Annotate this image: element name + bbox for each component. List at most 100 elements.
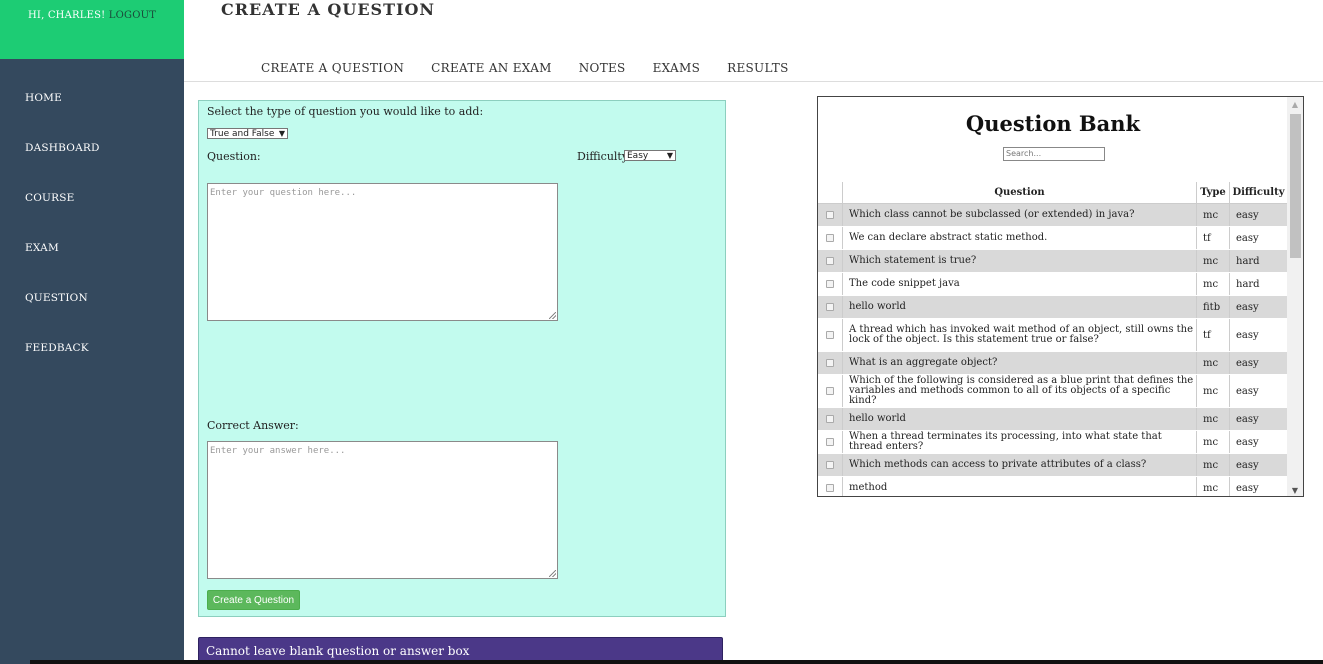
difficulty-select[interactable]: Easy ▼ — [624, 150, 676, 161]
table-row[interactable]: When a thread terminates its processing,… — [818, 431, 1287, 454]
table-row[interactable]: A thread which has invoked wait method o… — [818, 319, 1287, 352]
table-row[interactable]: Which of the following is considered as … — [818, 375, 1287, 408]
table-row[interactable]: Which statement is true? mc hard — [818, 250, 1287, 273]
question-cell: Which statement is true? — [843, 250, 1197, 272]
row-checkbox-cell — [818, 227, 843, 249]
type-cell: tf — [1197, 227, 1230, 249]
row-checkbox[interactable] — [826, 415, 834, 423]
sidebar-nav: HOME DASHBOARD COURSE EXAM QUESTION FEED… — [0, 92, 184, 392]
search-placeholder: Search... — [1006, 149, 1042, 158]
table-row[interactable]: The code snippet java mc hard — [818, 273, 1287, 296]
table-row[interactable]: We can declare abstract static method. t… — [818, 227, 1287, 250]
question-cell: hello world — [843, 296, 1197, 318]
row-checkbox[interactable] — [826, 234, 834, 242]
sidebar: HI, CHARLES! LOGOUT HOME DASHBOARD COURS… — [0, 0, 184, 664]
user-greeting-bar: HI, CHARLES! LOGOUT — [0, 0, 184, 59]
column-header-type[interactable]: Type — [1197, 182, 1230, 203]
question-type-value: True and False — [210, 128, 275, 139]
question-bank-scrollbar[interactable]: ▲ ▼ — [1287, 97, 1303, 496]
question-bank-title: Question Bank — [965, 111, 1141, 136]
scroll-down-arrow-icon[interactable]: ▼ — [1287, 483, 1303, 496]
sidebar-item-course[interactable]: COURSE — [0, 192, 184, 242]
page-title: CREATE A QUESTION — [221, 0, 436, 19]
difficulty-cell: easy — [1236, 436, 1259, 448]
chevron-down-icon: ▼ — [278, 129, 285, 138]
question-placeholder: Enter your question here... — [210, 188, 357, 198]
type-cell: mc — [1197, 454, 1230, 476]
row-checkbox-cell — [818, 477, 843, 496]
difficulty-cell: easy — [1236, 357, 1259, 369]
difficulty-cell: easy — [1236, 413, 1259, 425]
header-divider — [184, 81, 1323, 82]
question-cell: What is an aggregate object? — [843, 352, 1197, 374]
difficulty-cell: easy — [1236, 301, 1259, 313]
correct-answer-label: Correct Answer: — [207, 419, 299, 432]
difficulty-cell: easy — [1236, 209, 1259, 221]
row-checkbox[interactable] — [826, 257, 834, 265]
row-checkbox[interactable] — [826, 331, 834, 339]
row-checkbox-cell — [818, 319, 843, 351]
row-checkbox[interactable] — [826, 359, 834, 367]
row-checkbox-cell — [818, 296, 843, 318]
tab-notes[interactable]: NOTES — [579, 61, 626, 75]
difficulty-cell: easy — [1236, 459, 1259, 471]
sidebar-item-home[interactable]: HOME — [0, 92, 184, 142]
type-cell: fitb — [1197, 296, 1230, 318]
row-checkbox[interactable] — [826, 211, 834, 219]
type-cell: mc — [1197, 375, 1230, 407]
table-row[interactable]: hello world fitb easy — [818, 296, 1287, 319]
answer-placeholder: Enter your answer here... — [210, 446, 346, 456]
error-text: Cannot leave blank question or answer bo… — [206, 644, 470, 658]
greeting-text: HI, CHARLES! — [28, 10, 106, 21]
sidebar-item-feedback[interactable]: FEEDBACK — [0, 342, 184, 392]
row-checkbox[interactable] — [826, 484, 834, 492]
question-cell: We can declare abstract static method. — [843, 227, 1197, 249]
select-column-header — [818, 182, 843, 203]
type-cell: mc — [1197, 352, 1230, 374]
create-question-form: Select the type of question you would li… — [198, 100, 726, 617]
row-checkbox[interactable] — [826, 438, 834, 446]
table-row[interactable]: What is an aggregate object? mc easy — [818, 352, 1287, 375]
table-row[interactable]: method mc easy — [818, 477, 1287, 496]
question-type-select[interactable]: True and False ▼ — [207, 128, 288, 139]
table-row[interactable]: Which class cannot be subclassed (or ext… — [818, 204, 1287, 227]
difficulty-value: Easy — [627, 150, 649, 161]
question-cell: The code snippet java — [843, 273, 1197, 295]
table-header-row: Question Type Difficulty — [818, 182, 1287, 204]
type-cell: mc — [1197, 250, 1230, 272]
tab-results[interactable]: RESULTS — [727, 61, 788, 75]
tab-exams[interactable]: EXAMS — [653, 61, 701, 75]
row-checkbox[interactable] — [826, 461, 834, 469]
row-checkbox[interactable] — [826, 387, 834, 395]
tab-create-exam[interactable]: CREATE AN EXAM — [431, 61, 552, 75]
sidebar-item-question[interactable]: QUESTION — [0, 292, 184, 342]
create-question-button[interactable]: Create a Question — [207, 590, 300, 610]
row-checkbox-cell — [818, 375, 843, 407]
sidebar-item-dashboard[interactable]: DASHBOARD — [0, 142, 184, 192]
question-cell: method — [843, 477, 1197, 496]
difficulty-cell: easy — [1236, 329, 1259, 341]
question-cell: hello world — [843, 408, 1197, 430]
window-bottom-edge — [30, 660, 1323, 664]
type-cell: mc — [1197, 204, 1230, 226]
question-bank-search-input[interactable]: Search... — [1003, 147, 1105, 161]
answer-textarea[interactable]: Enter your answer here... — [207, 441, 558, 579]
question-cell: Which methods can access to private attr… — [843, 454, 1197, 476]
table-row[interactable]: Which methods can access to private attr… — [818, 454, 1287, 477]
column-header-difficulty[interactable]: Difficulty — [1230, 182, 1287, 203]
question-textarea[interactable]: Enter your question here... — [207, 183, 558, 321]
question-cell: A thread which has invoked wait method o… — [843, 319, 1197, 351]
row-checkbox[interactable] — [826, 303, 834, 311]
type-cell: mc — [1197, 477, 1230, 496]
column-header-question[interactable]: Question — [843, 182, 1197, 203]
question-cell: Which class cannot be subclassed (or ext… — [843, 204, 1197, 226]
row-checkbox[interactable] — [826, 280, 834, 288]
logout-link[interactable]: LOGOUT — [109, 10, 156, 21]
scrollbar-thumb[interactable] — [1290, 114, 1301, 258]
chevron-down-icon: ▼ — [666, 151, 673, 160]
table-row[interactable]: hello world mc easy — [818, 408, 1287, 431]
row-checkbox-cell — [818, 204, 843, 226]
sidebar-item-exam[interactable]: EXAM — [0, 242, 184, 292]
tab-create-question[interactable]: CREATE A QUESTION — [261, 61, 404, 75]
scroll-up-arrow-icon[interactable]: ▲ — [1287, 97, 1303, 112]
